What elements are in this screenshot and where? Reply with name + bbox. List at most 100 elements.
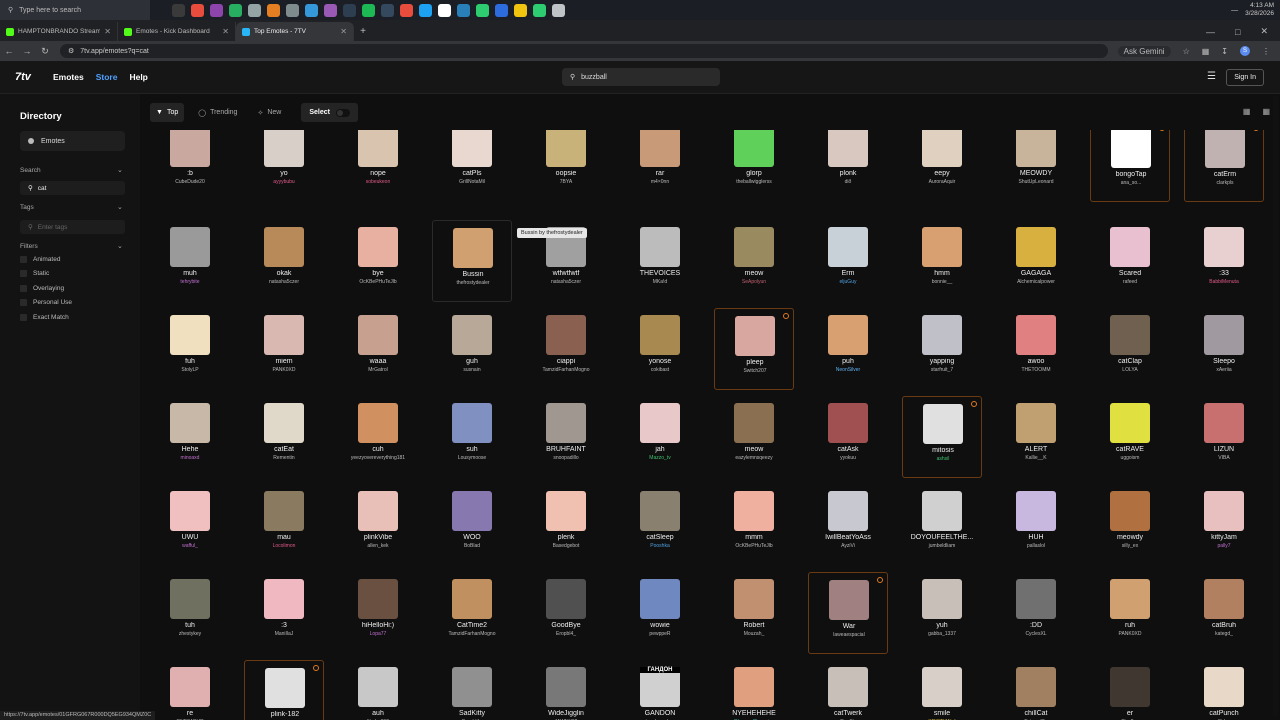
emote-author[interactable]: clarkpls xyxy=(1185,180,1265,186)
emote-author[interactable]: silly_ex xyxy=(1090,543,1170,549)
emote-card[interactable]: tuh zhestykey xyxy=(150,572,230,654)
taskbar-app-icon[interactable] xyxy=(457,3,470,17)
emote-author[interactable]: wafful_ xyxy=(150,543,230,549)
emote-author[interactable]: Switch207 xyxy=(715,368,795,374)
emote-author[interactable]: StolyLP xyxy=(150,367,230,373)
emote-author[interactable]: OcKBePHuTeJlb xyxy=(338,279,418,285)
emote-card[interactable]: mmm OcKBePHuTeJlb xyxy=(714,484,794,566)
emote-author[interactable]: ana_so... xyxy=(1091,180,1171,186)
emote-card[interactable]: ciappi TamzidFarhanMogno xyxy=(526,308,606,390)
emote-author[interactable]: xAeriia xyxy=(1184,367,1264,373)
emote-card[interactable]: erGiraffge xyxy=(1090,660,1170,720)
emote-card[interactable]: LIZUN VIBA xyxy=(1184,396,1264,478)
taskbar-app-icon[interactable] xyxy=(191,3,204,17)
emote-card[interactable]: muh tehrybite xyxy=(150,220,230,302)
filter-personal-use[interactable]: Personal Use xyxy=(20,299,72,306)
emote-card[interactable]: awoo THETOOMM xyxy=(996,308,1076,390)
emote-author[interactable]: zhestykey xyxy=(150,631,230,637)
page-scrollbar[interactable] xyxy=(1273,96,1278,716)
emote-card[interactable]: rar m4×0nn xyxy=(620,130,700,202)
taskbar-app-icon[interactable] xyxy=(438,3,451,17)
nav-help[interactable]: Help xyxy=(129,72,147,82)
emote-card[interactable]: chillCatExtramiRe xyxy=(996,660,1076,720)
chevron-down-icon[interactable]: ⌄ xyxy=(117,166,123,174)
emote-card[interactable]: okak natasha5czer xyxy=(244,220,324,302)
emote-card[interactable]: HUH pallaslol xyxy=(996,484,1076,566)
emote-author[interactable]: theballwigglerss xyxy=(714,179,794,185)
emote-card[interactable]: CatTime2 TamzidFarhanMogno xyxy=(432,572,512,654)
emote-card[interactable]: catBruh kategd_ xyxy=(1184,572,1264,654)
emote-card[interactable]: yapping starfruit_7 xyxy=(902,308,982,390)
emote-card[interactable]: ALERT Kallie__K xyxy=(996,396,1076,478)
emote-card[interactable]: SadKittyEropbl4_ xyxy=(432,660,512,720)
emote-card[interactable]: plinkVibe allen_kek xyxy=(338,484,418,566)
emote-author[interactable]: jumbeldliam xyxy=(902,543,982,549)
close-icon[interactable]: ✕ xyxy=(104,27,111,36)
emote-author[interactable]: TamzidFarhanMogno xyxy=(526,367,606,373)
emote-card[interactable]: bongoTap ana_so... xyxy=(1090,130,1170,202)
clock[interactable]: 4:13 AM 3/28/2026 xyxy=(1245,2,1274,18)
extensions-icon[interactable]: ▦ xyxy=(1202,47,1210,56)
taskbar-app-icon[interactable] xyxy=(495,3,508,17)
7tv-logo[interactable]: 7tv xyxy=(15,71,43,83)
emote-author[interactable]: CubeDude20 xyxy=(150,179,230,185)
emote-author[interactable]: Rementin xyxy=(244,455,324,461)
emote-author[interactable]: CyclesXL xyxy=(996,631,1076,637)
new-tab-button[interactable]: + xyxy=(354,22,372,41)
emote-author[interactable]: ShutUpLeonard xyxy=(996,179,1076,185)
tags-input[interactable]: ⚲ Enter tags xyxy=(20,220,125,234)
emote-author[interactable]: Locolimon xyxy=(244,543,324,549)
emote-card[interactable]: meowdy silly_ex xyxy=(1090,484,1170,566)
emote-author[interactable]: eljuGuy xyxy=(808,279,888,285)
emote-author[interactable]: m4×0nn xyxy=(620,179,700,185)
emote-author[interactable]: PANK0XD xyxy=(244,367,324,373)
emote-card[interactable]: smileKRISTIAN_I xyxy=(902,660,982,720)
emote-card[interactable]: :DD CyclesXL xyxy=(996,572,1076,654)
minimize-window-icon[interactable]: — xyxy=(1206,27,1215,37)
taskbar-app-icon[interactable] xyxy=(286,3,299,17)
emote-card[interactable]: Hehe minoaxd xyxy=(150,396,230,478)
emote-search-input[interactable]: ⚲ cat xyxy=(20,181,125,195)
emote-author[interactable]: rafeed xyxy=(1090,279,1170,285)
profile-avatar[interactable]: S xyxy=(1240,46,1250,56)
back-icon[interactable]: ← xyxy=(0,46,18,56)
emote-author[interactable]: ManiIlaJ xyxy=(244,631,324,637)
emote-author[interactable]: OcKBePHuTeJlb xyxy=(714,543,794,549)
emote-card[interactable]: GoodBye Eropbl4_ xyxy=(526,572,606,654)
emote-author[interactable]: Basedgebot xyxy=(526,543,606,549)
emote-card[interactable]: waaa MrGatrol xyxy=(338,308,418,390)
emote-card[interactable]: fuh StolyLP xyxy=(150,308,230,390)
emote-card[interactable]: WOO BoBlad xyxy=(432,484,512,566)
filter-static[interactable]: Static xyxy=(20,270,49,277)
emote-card[interactable]: catSleep Pooshka xyxy=(620,484,700,566)
emote-card[interactable]: catRAVE uggoism xyxy=(1090,396,1170,478)
emote-card[interactable]: wowie pewppeR xyxy=(620,572,700,654)
emote-card[interactable]: UWU wafful_ xyxy=(150,484,230,566)
emote-author[interactable]: Kallie__K xyxy=(996,455,1076,461)
taskbar-app-icon[interactable] xyxy=(514,3,527,17)
emote-card[interactable]: auhNydra007 xyxy=(338,660,418,720)
emote-author[interactable]: ayyybubu xyxy=(244,179,324,185)
emote-card[interactable]: Erm eljuGuy xyxy=(808,220,888,302)
download-icon[interactable]: ↧ xyxy=(1221,47,1228,56)
emote-card[interactable]: puh NeonSilver xyxy=(808,308,888,390)
url-bar[interactable]: ⚙ 7tv.app/emotes?q=cat xyxy=(60,44,1108,58)
emote-card[interactable]: Sleepo xAeriia xyxy=(1184,308,1264,390)
emote-author[interactable]: allen_kek xyxy=(338,543,418,549)
emote-author[interactable]: AyziVi xyxy=(808,543,888,549)
emote-card[interactable]: :33 BabbiMenuta xyxy=(1184,220,1264,302)
emote-author[interactable]: BoBlad xyxy=(432,543,512,549)
taskbar-app-icon[interactable] xyxy=(210,3,223,17)
emote-card[interactable]: kittyJam pally7 xyxy=(1184,484,1264,566)
checkbox[interactable] xyxy=(20,270,27,277)
emote-card[interactable]: jah Mazzo_tv xyxy=(620,396,700,478)
emote-card[interactable]: catTwerkRanStr xyxy=(808,660,888,720)
emote-card[interactable]: reONE84OUR xyxy=(150,660,230,720)
emote-card[interactable]: plonk dið xyxy=(808,130,888,202)
emote-card[interactable]: yuh gabba_1337 xyxy=(902,572,982,654)
emote-card[interactable]: mau Locolimon xyxy=(244,484,324,566)
select-toggle[interactable]: Select xyxy=(301,103,358,122)
emote-author[interactable]: kategd_ xyxy=(1184,631,1264,637)
emote-author[interactable]: VIBA xyxy=(1184,455,1264,461)
forward-icon[interactable]: → xyxy=(18,46,36,56)
